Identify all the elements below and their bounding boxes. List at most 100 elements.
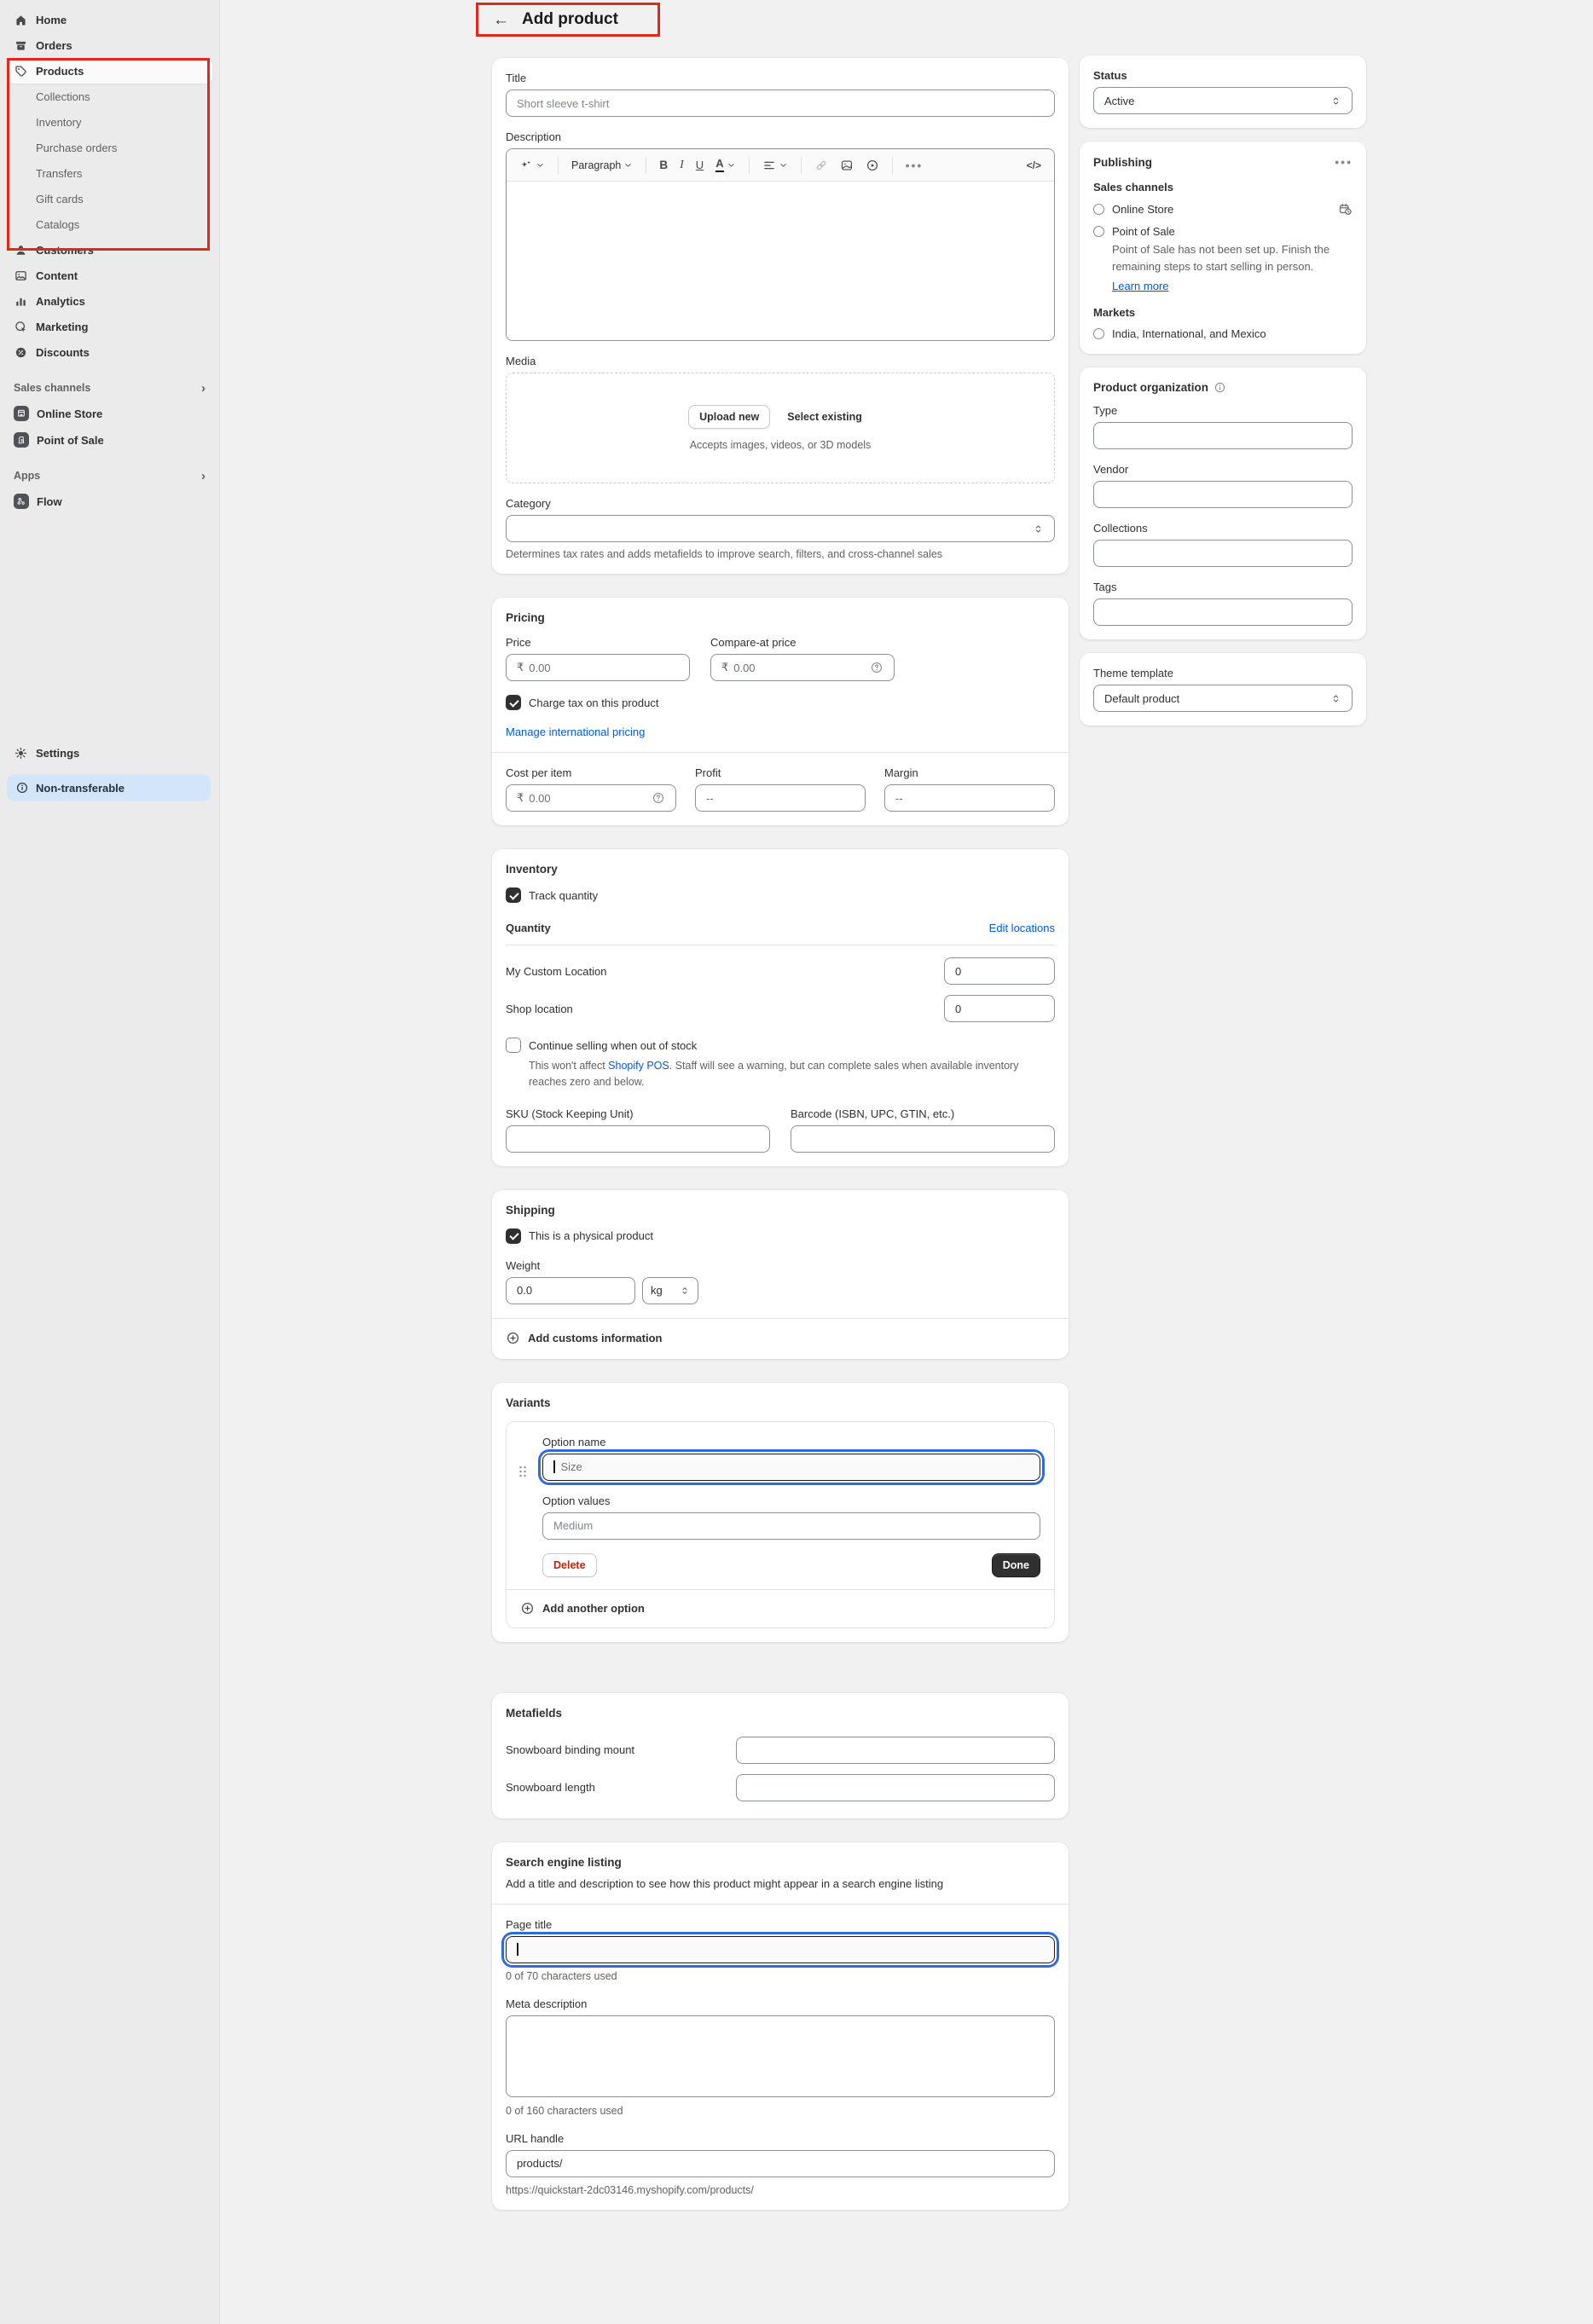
markets-subheading: Markets <box>1093 306 1353 319</box>
updown-chevron-icon <box>1330 693 1341 704</box>
type-input[interactable] <box>1093 422 1353 449</box>
insert-video-button[interactable] <box>861 155 883 176</box>
sidebar-item-content[interactable]: Content <box>7 263 212 288</box>
sidebar-item-purchase-orders[interactable]: Purchase orders <box>7 136 212 160</box>
weight-input[interactable] <box>506 1277 635 1304</box>
add-another-option-button[interactable]: Add another option <box>517 1590 1040 1616</box>
delete-option-button[interactable]: Delete <box>542 1553 597 1577</box>
category-select[interactable] <box>506 515 1055 542</box>
sidebar-item-inventory[interactable]: Inventory <box>7 110 212 135</box>
show-html-button[interactable]: </> <box>1022 156 1046 175</box>
price-input[interactable]: ₹ 0.00 <box>506 654 690 681</box>
help-question-icon[interactable] <box>870 661 883 674</box>
status-select[interactable]: Active <box>1093 87 1353 114</box>
cost-per-item-input[interactable]: ₹ 0.00 <box>506 784 676 812</box>
online-store-label: Online Store <box>37 408 102 420</box>
sidebar-item-products[interactable]: Products <box>7 59 212 84</box>
sidebar-item-collections[interactable]: Collections <box>7 84 212 109</box>
more-formatting-button[interactable]: ••• <box>901 155 928 176</box>
publishing-more-button[interactable]: ••• <box>1335 155 1353 169</box>
sidebar-item-orders[interactable]: Orders <box>7 33 212 58</box>
customers-icon <box>14 243 28 257</box>
sku-input[interactable] <box>506 1125 770 1153</box>
upload-new-button[interactable]: Upload new <box>688 405 770 429</box>
profit-input[interactable]: -- <box>695 784 866 812</box>
non-transferable-notice[interactable]: Non-transferable <box>7 774 211 801</box>
option-value-input[interactable] <box>542 1512 1040 1540</box>
sidebar-item-gift-cards[interactable]: Gift cards <box>7 187 212 211</box>
margin-input[interactable]: -- <box>884 784 1055 812</box>
learn-more-link[interactable]: Learn more <box>1112 280 1168 292</box>
page-title: Add product <box>522 10 618 29</box>
quantity-input-my-custom-location[interactable] <box>944 957 1055 985</box>
page-title-input[interactable] <box>506 1936 1055 1963</box>
tags-input[interactable] <box>1093 598 1353 626</box>
done-option-button[interactable]: Done <box>992 1553 1040 1577</box>
shopify-pos-link[interactable]: Shopify POS <box>608 1060 669 1072</box>
option-name-input[interactable]: Size <box>542 1454 1040 1481</box>
variant-option-editor: Option name Size Option values Delete Do… <box>506 1421 1055 1628</box>
insert-image-button[interactable] <box>836 155 858 176</box>
sales-channels-header[interactable]: Sales channels › <box>7 377 212 399</box>
content-icon <box>14 269 28 283</box>
sidebar-item-flow[interactable]: Flow <box>7 489 212 514</box>
category-label: Category <box>506 497 1055 510</box>
sidebar-item-settings[interactable]: Settings <box>7 741 212 766</box>
sidebar-item-discounts[interactable]: Discounts <box>7 340 212 365</box>
meta-description-label: Meta description <box>506 1997 1055 2010</box>
description-textarea[interactable] <box>507 182 1054 340</box>
collections-label: Collections <box>1093 522 1353 535</box>
status-card: Status Active <box>1080 55 1366 128</box>
location-name: Shop location <box>506 1003 573 1015</box>
media-dropzone[interactable]: Upload new Select existing Accepts image… <box>506 373 1055 483</box>
underline-button[interactable]: U <box>692 155 708 175</box>
physical-product-checkbox[interactable] <box>506 1228 521 1244</box>
title-input[interactable] <box>506 90 1055 117</box>
sidebar-item-online-store[interactable]: Online Store <box>7 401 212 426</box>
schedule-calendar-clock-icon[interactable] <box>1338 202 1353 217</box>
seo-divider <box>492 1904 1069 1905</box>
url-handle-input[interactable] <box>506 2150 1055 2177</box>
italic-button[interactable]: I <box>675 155 688 176</box>
select-existing-button[interactable]: Select existing <box>777 405 872 429</box>
apps-header[interactable]: Apps › <box>7 465 212 487</box>
sidebar-item-catalogs[interactable]: Catalogs <box>7 212 212 237</box>
sidebar-item-transfers[interactable]: Transfers <box>7 161 212 186</box>
paragraph-style-dropdown[interactable]: Paragraph <box>567 156 637 175</box>
quantity-input-shop-location[interactable] <box>944 995 1055 1022</box>
drag-handle-icon[interactable] <box>517 1436 534 1577</box>
sidebar-item-home[interactable]: Home <box>7 8 212 32</box>
theme-template-select[interactable]: Default product <box>1093 685 1353 712</box>
charge-tax-checkbox[interactable] <box>506 695 521 710</box>
sidebar-item-point-of-sale[interactable]: Point of Sale <box>7 427 212 453</box>
help-question-icon[interactable] <box>652 791 665 805</box>
text-color-button[interactable]: A <box>711 154 739 175</box>
sidebar-item-marketing[interactable]: Marketing <box>7 315 212 339</box>
collections-input[interactable] <box>1093 540 1353 567</box>
track-quantity-checkbox[interactable] <box>506 887 521 903</box>
link-button[interactable] <box>810 155 832 176</box>
barcode-input[interactable] <box>791 1125 1055 1153</box>
add-customs-info-label: Add customs information <box>528 1332 662 1344</box>
add-customs-info-button[interactable]: Add customs information <box>506 1331 1055 1345</box>
sidebar: Home Orders Products Collections Invento… <box>0 0 220 2324</box>
weight-unit-select[interactable]: kg <box>642 1277 698 1304</box>
sidebar-item-customers[interactable]: Customers <box>7 238 212 263</box>
text-color-a: A <box>715 158 723 171</box>
alignment-button[interactable] <box>758 155 792 176</box>
metafield-label: Snowboard binding mount <box>506 1743 736 1756</box>
back-arrow-icon[interactable]: ← <box>493 12 509 28</box>
continue-selling-checkbox[interactable] <box>506 1038 521 1053</box>
manage-international-pricing-link[interactable]: Manage international pricing <box>506 726 645 738</box>
edit-locations-link[interactable]: Edit locations <box>989 922 1055 934</box>
meta-description-textarea[interactable] <box>506 2015 1055 2097</box>
ai-sparkle-button[interactable] <box>515 155 549 176</box>
bold-button[interactable]: B <box>655 155 672 175</box>
metafield-input-snowboard-binding-mount[interactable] <box>736 1737 1055 1764</box>
compare-at-price-input[interactable]: ₹ 0.00 <box>710 654 895 681</box>
info-icon[interactable] <box>1214 381 1226 394</box>
updown-chevron-icon <box>680 1286 690 1296</box>
vendor-input[interactable] <box>1093 481 1353 508</box>
metafield-input-snowboard-length[interactable] <box>736 1774 1055 1801</box>
sidebar-item-analytics[interactable]: Analytics <box>7 289 212 314</box>
